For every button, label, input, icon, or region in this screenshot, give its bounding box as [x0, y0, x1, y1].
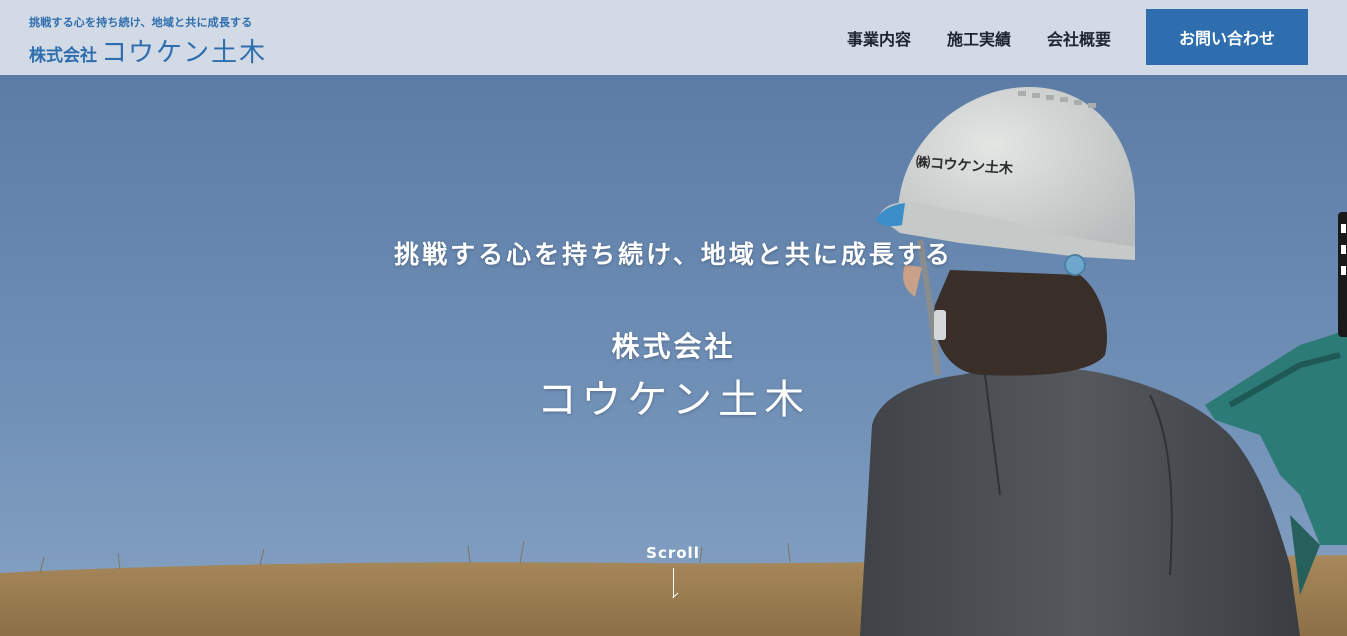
logo-name: 株式会社 コウケン土木 [29, 32, 267, 69]
logo-prefix: 株式会社 [29, 46, 97, 66]
logo-tagline: 挑戦する心を持ち続け、地域と共に成長する [29, 16, 253, 29]
scroll-label: Scroll [646, 544, 700, 562]
main-nav: 事業内容 施工実績 会社概要 [847, 0, 1111, 75]
page: 挑戦する心を持ち続け、地域と共に成長する 株式会社 コウケン土木 事業内容 施工実… [0, 0, 1347, 636]
hero-company-name: コウケン土木 [536, 377, 811, 423]
scroll-arrow-icon [672, 568, 674, 598]
nav-item-company[interactable]: 会社概要 [1047, 26, 1111, 50]
scroll-indicator[interactable]: Scroll [633, 544, 713, 598]
logo-company-name: コウケン土木 [101, 38, 268, 68]
side-widget-icon [1341, 266, 1346, 275]
nav-item-works[interactable]: 施工実績 [947, 26, 1011, 50]
side-widget-icon [1341, 224, 1346, 233]
side-toolbar-widget[interactable] [1338, 212, 1347, 337]
hero-section: ㈱コウケン土木 挑戦する心を持ち続け、地域と共に成長する 株式会社 コウケン土木… [0, 75, 1347, 636]
site-logo[interactable]: 挑戦する心を持ち続け、地域と共に成長する 株式会社 コウケン土木 [29, 14, 267, 69]
nav-item-business[interactable]: 事業内容 [847, 26, 911, 50]
site-header: 挑戦する心を持ち続け、地域と共に成長する 株式会社 コウケン土木 事業内容 施工実… [0, 0, 1347, 75]
side-widget-icon [1341, 245, 1346, 254]
contact-button[interactable]: お問い合わせ [1146, 9, 1308, 65]
hero-tagline: 挑戦する心を持ち続け、地域と共に成長する [394, 240, 953, 269]
hero-company-prefix: 株式会社 [611, 330, 736, 363]
